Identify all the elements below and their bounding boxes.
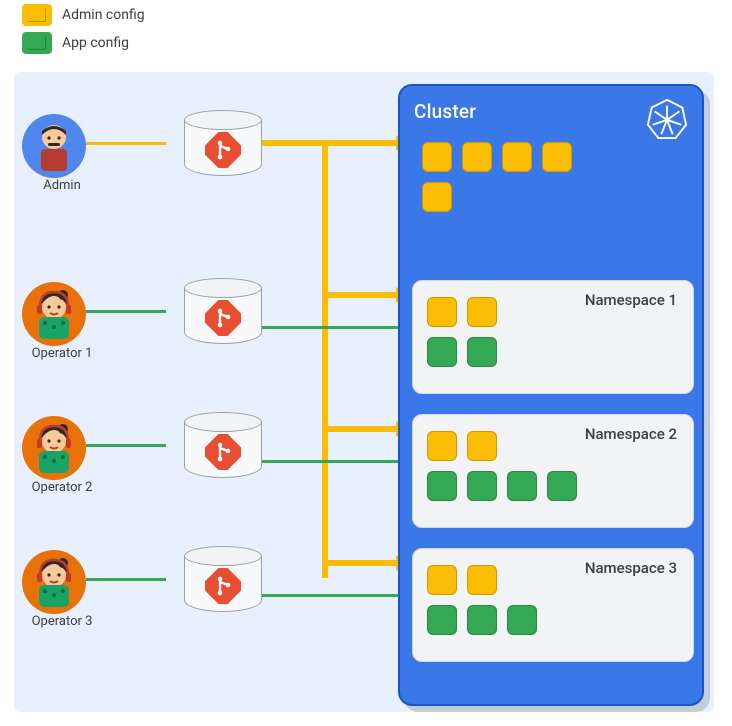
git-icon (205, 434, 241, 470)
avatar-operator (22, 282, 86, 346)
config-object-icon (427, 605, 457, 635)
config-object-icon (467, 297, 497, 327)
config-object-icon (462, 142, 492, 172)
config-object-icon (467, 431, 497, 461)
config-object-icon (427, 297, 457, 327)
config-object-icon (427, 431, 457, 461)
git-icon (205, 132, 241, 168)
config-object-icon (507, 605, 537, 635)
config-object-icon (547, 471, 577, 501)
person-headset-icon (27, 555, 81, 609)
config-object-icon (422, 142, 452, 172)
cluster-box: Cluster Namespace 1 Namespace 2 (398, 84, 704, 706)
person-headset-icon (27, 287, 81, 341)
actor-operator-2: Operator 2 (22, 412, 262, 484)
actor-label: Operator 3 (22, 614, 102, 629)
legend-admin-config: Admin config (22, 4, 145, 26)
folder-icon (22, 32, 52, 54)
namespace-label: Namespace 1 (585, 291, 677, 309)
connector (86, 310, 166, 313)
connector (86, 578, 166, 581)
config-object-icon (422, 182, 452, 212)
cluster-scoped-config (422, 138, 622, 212)
legend-app-config: App config (22, 32, 145, 54)
avatar-admin (22, 114, 86, 178)
connector (86, 142, 166, 145)
kubernetes-icon (646, 98, 688, 140)
repo-operator-3 (184, 546, 262, 618)
namespace-2: Namespace 2 (412, 414, 694, 528)
config-object-icon (542, 142, 572, 172)
person-icon (27, 119, 81, 173)
config-object-icon (427, 471, 457, 501)
legend-label: Admin config (62, 7, 145, 23)
config-object-icon (502, 142, 532, 172)
repo-operator-2 (184, 412, 262, 484)
repo-operator-1 (184, 278, 262, 350)
actor-label: Operator 2 (22, 480, 102, 495)
namespace-label: Namespace 3 (585, 559, 677, 577)
git-icon (205, 300, 241, 336)
namespace-1: Namespace 1 (412, 280, 694, 394)
avatar-operator (22, 550, 86, 614)
avatar-operator (22, 416, 86, 480)
actor-operator-1: Operator 1 (22, 278, 262, 350)
actor-operator-3: Operator 3 (22, 546, 262, 618)
connector (86, 444, 166, 447)
config-object-icon (467, 565, 497, 595)
legend-label: App config (62, 35, 129, 51)
namespace-label: Namespace 2 (585, 425, 677, 443)
person-headset-icon (27, 421, 81, 475)
actor-label: Operator 1 (22, 346, 102, 361)
actor-admin: Admin (22, 110, 262, 182)
actor-label: Admin (22, 178, 102, 193)
folder-icon (22, 4, 52, 26)
config-object-icon (467, 337, 497, 367)
config-object-icon (427, 565, 457, 595)
config-object-icon (427, 337, 457, 367)
legend: Admin config App config (22, 4, 145, 54)
repo-admin (184, 110, 262, 182)
config-object-icon (507, 471, 537, 501)
config-object-icon (467, 471, 497, 501)
config-object-icon (467, 605, 497, 635)
namespace-3: Namespace 3 (412, 548, 694, 662)
git-icon (205, 568, 241, 604)
